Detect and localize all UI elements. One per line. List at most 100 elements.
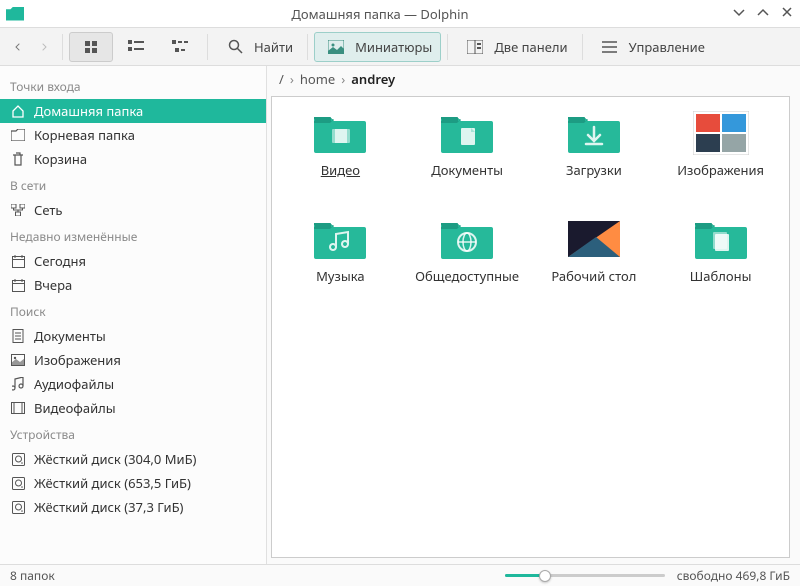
sidebar-item-label: Аудиофайлы <box>34 375 114 393</box>
sidebar-item-label: Вчера <box>34 276 72 294</box>
sidebar-item-label: Видеофайлы <box>34 399 116 417</box>
folder-templates[interactable]: Шаблоны <box>658 217 783 317</box>
sidebar-item-audio[interactable]: Аудиофайлы <box>0 372 266 396</box>
zoom-slider[interactable] <box>505 569 665 583</box>
video-icon <box>10 400 26 416</box>
search-label: Найти <box>254 38 293 56</box>
chevron-right-icon: › <box>341 70 345 88</box>
slider-thumb[interactable] <box>539 570 551 582</box>
folder-pictures[interactable]: Изображения <box>658 111 783 211</box>
recent-header: Недавно изменённые <box>0 222 266 249</box>
control-button[interactable]: Управление <box>589 33 713 61</box>
nav-forward-button[interactable] <box>32 37 56 57</box>
folder-music[interactable]: Музыка <box>278 217 403 317</box>
hdd-icon <box>10 499 26 515</box>
crumb-current[interactable]: andrey <box>351 70 395 88</box>
sidebar-item-images[interactable]: Изображения <box>0 348 266 372</box>
sidebar-item-disk-2[interactable]: Жёсткий диск (653,5 ГиБ) <box>0 471 266 495</box>
trash-icon <box>10 151 26 167</box>
search-header: Поиск <box>0 297 266 324</box>
details-view-button[interactable] <box>159 33 201 61</box>
sidebar-item-trash[interactable]: Корзина <box>0 147 266 171</box>
split-icon <box>462 37 488 57</box>
image-icon <box>10 352 26 368</box>
icons-view-button[interactable] <box>69 32 113 62</box>
compact-view-button[interactable] <box>115 33 157 61</box>
calendar-icon <box>10 253 26 269</box>
app-icon <box>6 7 24 21</box>
sidebar-item-label: Домашняя папка <box>34 102 143 120</box>
hdd-icon <box>10 451 26 467</box>
split-label: Две панели <box>494 38 567 56</box>
sidebar-item-disk-1[interactable]: Жёсткий диск (304,0 МиБ) <box>0 447 266 471</box>
audio-icon <box>10 376 26 392</box>
separator <box>582 34 583 60</box>
crumb-home[interactable]: home <box>300 70 335 88</box>
preview-label: Миниатюры <box>355 38 432 56</box>
sidebar-item-today[interactable]: Сегодня <box>0 249 266 273</box>
folder-label: Музыка <box>316 267 365 285</box>
sidebar-item-label: Сегодня <box>34 252 86 270</box>
preview-icon <box>323 37 349 57</box>
devices-header: Устройства <box>0 420 266 447</box>
doc-icon <box>10 328 26 344</box>
sidebar-item-label: Изображения <box>34 351 121 369</box>
folder-icon <box>10 127 26 143</box>
close-button[interactable] <box>780 5 794 23</box>
folder-downloads[interactable]: Загрузки <box>532 111 657 211</box>
search-button[interactable]: Найти <box>214 33 301 61</box>
sidebar: Точки входа Домашняя папка Корневая папк… <box>0 66 267 564</box>
separator <box>307 34 308 60</box>
folder-label: Рабочий стол <box>551 267 636 285</box>
content-area: / › home › andrey Видео Документы Загрузки… <box>267 66 800 564</box>
sidebar-item-label: Сеть <box>34 201 62 219</box>
crumb-root[interactable]: / <box>279 70 284 88</box>
folder-label: Документы <box>431 161 503 179</box>
folder-label: Изображения <box>677 161 764 179</box>
status-free-space: свободно 469,8 ГиБ <box>677 567 790 584</box>
status-item-count: 8 папок <box>10 567 55 584</box>
chevron-right-icon: › <box>290 70 294 88</box>
titlebar: Домашняя папка — Dolphin <box>0 0 800 28</box>
network-icon <box>10 202 26 218</box>
window-title: Домашняя папка — Dolphin <box>28 5 732 23</box>
folder-label: Загрузки <box>566 161 622 179</box>
home-icon <box>10 103 26 119</box>
folder-label: Видео <box>321 161 360 179</box>
folder-public[interactable]: Общедоступные <box>405 217 530 317</box>
sidebar-item-label: Жёсткий диск (304,0 МиБ) <box>34 450 196 468</box>
sidebar-item-home[interactable]: Домашняя папка <box>0 99 266 123</box>
split-view-button[interactable]: Две панели <box>454 33 575 61</box>
preview-button[interactable]: Миниатюры <box>314 32 441 62</box>
sidebar-item-label: Корневая папка <box>34 126 135 144</box>
toolbar: Найти Миниатюры Две панели Управление <box>0 28 800 66</box>
sidebar-item-disk-3[interactable]: Жёсткий диск (37,3 ГиБ) <box>0 495 266 519</box>
calendar-icon <box>10 277 26 293</box>
hdd-icon <box>10 475 26 491</box>
nav-back-button[interactable] <box>6 37 30 57</box>
sidebar-item-label: Корзина <box>34 150 87 168</box>
sidebar-item-yesterday[interactable]: Вчера <box>0 273 266 297</box>
sidebar-item-label: Жёсткий диск (653,5 ГиБ) <box>34 474 191 492</box>
search-icon <box>222 37 248 57</box>
sidebar-item-video[interactable]: Видеофайлы <box>0 396 266 420</box>
sidebar-item-documents[interactable]: Документы <box>0 324 266 348</box>
main-area: Точки входа Домашняя папка Корневая папк… <box>0 66 800 564</box>
minimize-button[interactable] <box>732 5 746 23</box>
sidebar-item-label: Жёсткий диск (37,3 ГиБ) <box>34 498 183 516</box>
hamburger-icon <box>597 37 623 57</box>
breadcrumb[interactable]: / › home › andrey <box>267 66 800 92</box>
folder-documents[interactable]: Документы <box>405 111 530 211</box>
sidebar-item-network[interactable]: Сеть <box>0 198 266 222</box>
separator <box>447 34 448 60</box>
places-header: Точки входа <box>0 72 266 99</box>
statusbar: 8 папок свободно 469,8 ГиБ <box>0 564 800 586</box>
network-header: В сети <box>0 171 266 198</box>
maximize-button[interactable] <box>756 5 770 23</box>
folder-video[interactable]: Видео <box>278 111 403 211</box>
sidebar-item-root[interactable]: Корневая папка <box>0 123 266 147</box>
folder-label: Шаблоны <box>690 267 752 285</box>
file-grid[interactable]: Видео Документы Загрузки Изображения Музыка О… <box>271 96 790 558</box>
folder-desktop[interactable]: Рабочий стол <box>532 217 657 317</box>
control-label: Управление <box>629 38 705 56</box>
